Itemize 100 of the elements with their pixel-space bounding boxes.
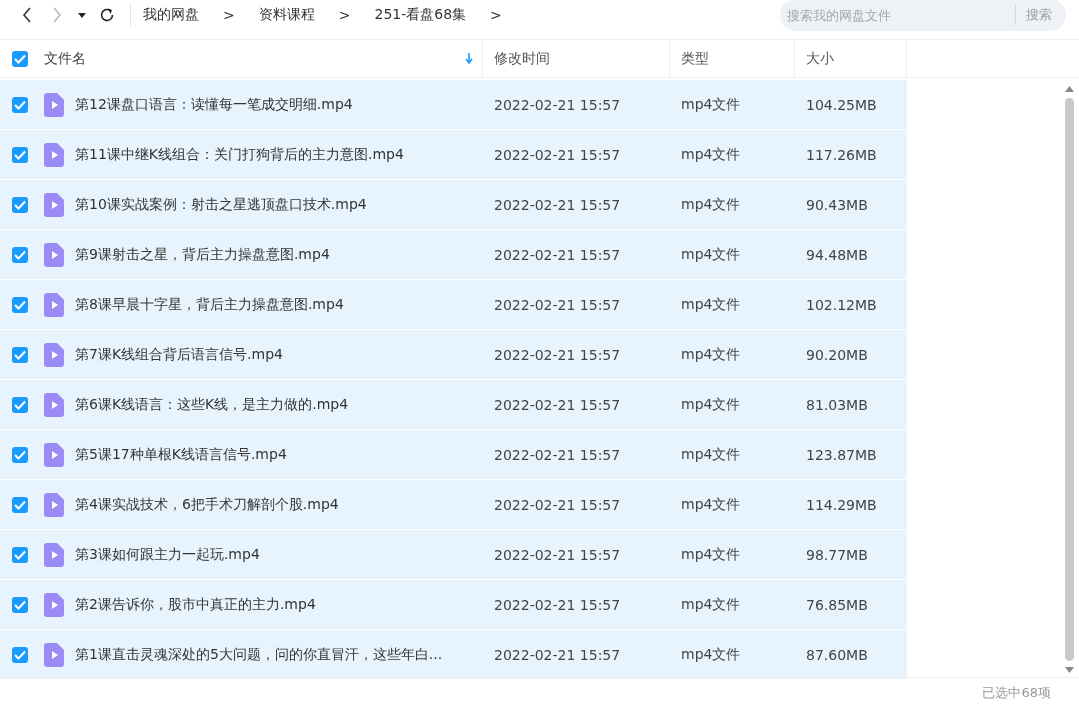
type-cell-text: mp4文件 bbox=[680, 495, 742, 514]
video-file-icon bbox=[44, 492, 64, 517]
file-row[interactable]: 第10课实战案例：射击之星逃顶盘口技术.mp4 2022-02-21 15:57 mp4文件 90.43MB bbox=[0, 180, 907, 230]
file-name: 第4课实战技术，6把手术刀解剖个股.mp4 bbox=[75, 495, 340, 514]
type-cell-text: mp4文件 bbox=[680, 195, 742, 214]
checkbox[interactable] bbox=[12, 196, 28, 213]
size-cell-text: 90.43MB bbox=[805, 196, 869, 213]
size-cell-text: 123.87MB bbox=[805, 446, 878, 463]
checkbox[interactable] bbox=[12, 96, 28, 113]
size-cell-text: 76.85MB bbox=[805, 596, 869, 613]
file-row[interactable]: 第6课K线语言：这些K线，是主力做的.mp4 2022-02-21 15:57 mp4文件 81.03MB bbox=[0, 380, 907, 430]
size-cell-text: 87.60MB bbox=[805, 646, 869, 663]
video-file-icon bbox=[44, 592, 64, 617]
file-name: 第7课K线组合背后语言信号.mp4 bbox=[75, 345, 284, 364]
type-cell-text: mp4文件 bbox=[680, 145, 742, 164]
size-cell-text: 81.03MB bbox=[805, 396, 869, 413]
file-name: 第11课中继K线组合：关门打狗背后的主力意图.mp4 bbox=[75, 145, 405, 164]
type-cell-text: mp4文件 bbox=[680, 295, 742, 314]
type-cell-text: mp4文件 bbox=[680, 445, 742, 464]
modified-cell-text: 2022-02-21 15:57 bbox=[493, 546, 622, 563]
file-name: 第3课如何跟主力一起玩.mp4 bbox=[75, 545, 261, 564]
file-row[interactable]: 第11课中继K线组合：关门打狗背后的主力意图.mp4 2022-02-21 15:57 mp4文件 117.26MB bbox=[0, 130, 907, 180]
column-header[interactable]: 大小 bbox=[806, 49, 834, 68]
checkbox[interactable] bbox=[12, 296, 28, 313]
video-file-icon bbox=[44, 342, 64, 367]
file-name: 第2课告诉你，股市中真正的主力.mp4 bbox=[75, 595, 317, 614]
modified-cell-text: 2022-02-21 15:57 bbox=[493, 96, 622, 113]
breadcrumb-separator: > bbox=[223, 7, 235, 23]
file-name: 第5课17种单根K线语言信号.mp4 bbox=[75, 445, 288, 464]
size-cell-text: 90.20MB bbox=[805, 346, 869, 363]
file-row[interactable]: 第2课告诉你，股市中真正的主力.mp4 2022-02-21 15:57 mp4文件 76.85MB bbox=[0, 580, 907, 630]
checkbox[interactable] bbox=[12, 146, 28, 163]
video-file-icon bbox=[44, 442, 64, 467]
scroll-down-icon[interactable] bbox=[1064, 667, 1074, 673]
size-cell-text: 98.77MB bbox=[805, 546, 869, 563]
modified-cell-text: 2022-02-21 15:57 bbox=[493, 146, 622, 163]
modified-cell-text: 2022-02-21 15:57 bbox=[493, 196, 622, 213]
size-cell-text: 102.12MB bbox=[805, 296, 878, 313]
sort-arrow-icon[interactable] bbox=[465, 52, 473, 65]
column-header[interactable]: 类型 bbox=[681, 49, 709, 68]
column-header[interactable]: 文件名 bbox=[44, 49, 86, 68]
video-file-icon bbox=[44, 242, 64, 267]
video-file-icon bbox=[44, 642, 64, 667]
file-row[interactable]: 第3课如何跟主力一起玩.mp4 2022-02-21 15:57 mp4文件 98.77MB bbox=[0, 530, 907, 580]
file-row[interactable]: 第4课实战技术，6把手术刀解剖个股.mp4 2022-02-21 15:57 mp4文件 114.29MB bbox=[0, 480, 907, 530]
file-row[interactable]: 第7课K线组合背后语言信号.mp4 2022-02-21 15:57 mp4文件 90.20MB bbox=[0, 330, 907, 380]
video-file-icon bbox=[44, 292, 64, 317]
type-cell-text: mp4文件 bbox=[680, 95, 742, 114]
breadcrumb-link[interactable]: 251-看盘68集 bbox=[374, 6, 467, 24]
modified-cell-text: 2022-02-21 15:57 bbox=[493, 496, 622, 513]
checkbox[interactable] bbox=[12, 546, 28, 563]
type-cell-text: mp4文件 bbox=[680, 595, 742, 614]
file-name: 第8课早晨十字星，背后主力操盘意图.mp4 bbox=[75, 295, 345, 314]
checkbox[interactable] bbox=[12, 246, 28, 263]
type-cell-text: mp4文件 bbox=[680, 645, 742, 664]
checkbox[interactable] bbox=[12, 346, 28, 363]
file-row[interactable]: 第9课射击之星，背后主力操盘意图.mp4 2022-02-21 15:57 mp4文件 94.48MB bbox=[0, 230, 907, 280]
video-file-icon bbox=[44, 142, 64, 167]
type-cell-text: mp4文件 bbox=[680, 395, 742, 414]
file-name: 第6课K线语言：这些K线，是主力做的.mp4 bbox=[75, 395, 350, 414]
size-cell-text: 94.48MB bbox=[805, 246, 869, 263]
video-file-icon bbox=[44, 392, 64, 417]
file-row[interactable]: 第1课直击灵魂深处的5大问题，问的你直冒汗，这些年白... 2022-02-21 15:57 mp4文件 87.60MB bbox=[0, 630, 907, 680]
video-file-icon bbox=[44, 542, 64, 567]
breadcrumb-link[interactable]: 资料课程 bbox=[258, 6, 315, 24]
modified-cell-text: 2022-02-21 15:57 bbox=[493, 646, 622, 663]
file-name: 第1课直击灵魂深处的5大问题，问的你直冒汗，这些年白... bbox=[75, 645, 444, 664]
modified-cell-text: 2022-02-21 15:57 bbox=[493, 446, 622, 463]
modified-cell-text: 2022-02-21 15:57 bbox=[493, 296, 622, 313]
breadcrumb-separator: > bbox=[338, 7, 351, 23]
type-cell-text: mp4文件 bbox=[680, 345, 742, 364]
checkbox[interactable] bbox=[12, 446, 28, 463]
size-cell-text: 114.29MB bbox=[805, 496, 878, 513]
scroll-up-icon[interactable] bbox=[1064, 86, 1074, 92]
file-name: 第9课射击之星，背后主力操盘意图.mp4 bbox=[75, 245, 331, 264]
modified-cell-text: 2022-02-21 15:57 bbox=[493, 346, 622, 363]
breadcrumb-separator: > bbox=[490, 7, 502, 23]
breadcrumb-link[interactable]: 我的网盘 bbox=[143, 6, 199, 24]
refresh-icon bbox=[99, 7, 115, 23]
caret-down-icon bbox=[78, 12, 86, 18]
modified-cell-text: 2022-02-21 15:57 bbox=[493, 596, 622, 613]
file-row[interactable]: 第12课盘口语言：读懂每一笔成交明细.mp4 2022-02-21 15:57 mp4文件 104.25MB bbox=[0, 80, 907, 130]
video-file-icon bbox=[44, 92, 64, 117]
column-header[interactable]: 修改时间 bbox=[494, 49, 550, 68]
checkbox[interactable] bbox=[12, 50, 28, 67]
checkbox[interactable] bbox=[12, 496, 28, 513]
checkbox[interactable] bbox=[12, 646, 28, 663]
checkbox[interactable] bbox=[12, 596, 28, 613]
file-row[interactable]: 第5课17种单根K线语言信号.mp4 2022-02-21 15:57 mp4文件 123.87MB bbox=[0, 430, 907, 480]
size-cell-text: 117.26MB bbox=[805, 146, 878, 163]
modified-cell-text: 2022-02-21 15:57 bbox=[493, 246, 622, 263]
size-cell-text: 104.25MB bbox=[805, 96, 878, 113]
checkbox[interactable] bbox=[12, 396, 28, 413]
selection-count: 已选中68项 bbox=[982, 684, 1051, 702]
file-name: 第12课盘口语言：读懂每一笔成交明细.mp4 bbox=[75, 95, 354, 114]
type-cell-text: mp4文件 bbox=[680, 545, 742, 564]
file-row[interactable]: 第8课早晨十字星，背后主力操盘意图.mp4 2022-02-21 15:57 mp4文件 102.12MB bbox=[0, 280, 907, 330]
chevron-right-icon bbox=[52, 7, 62, 23]
video-file-icon bbox=[44, 192, 64, 217]
file-name: 第10课实战案例：射击之星逃顶盘口技术.mp4 bbox=[75, 195, 368, 214]
